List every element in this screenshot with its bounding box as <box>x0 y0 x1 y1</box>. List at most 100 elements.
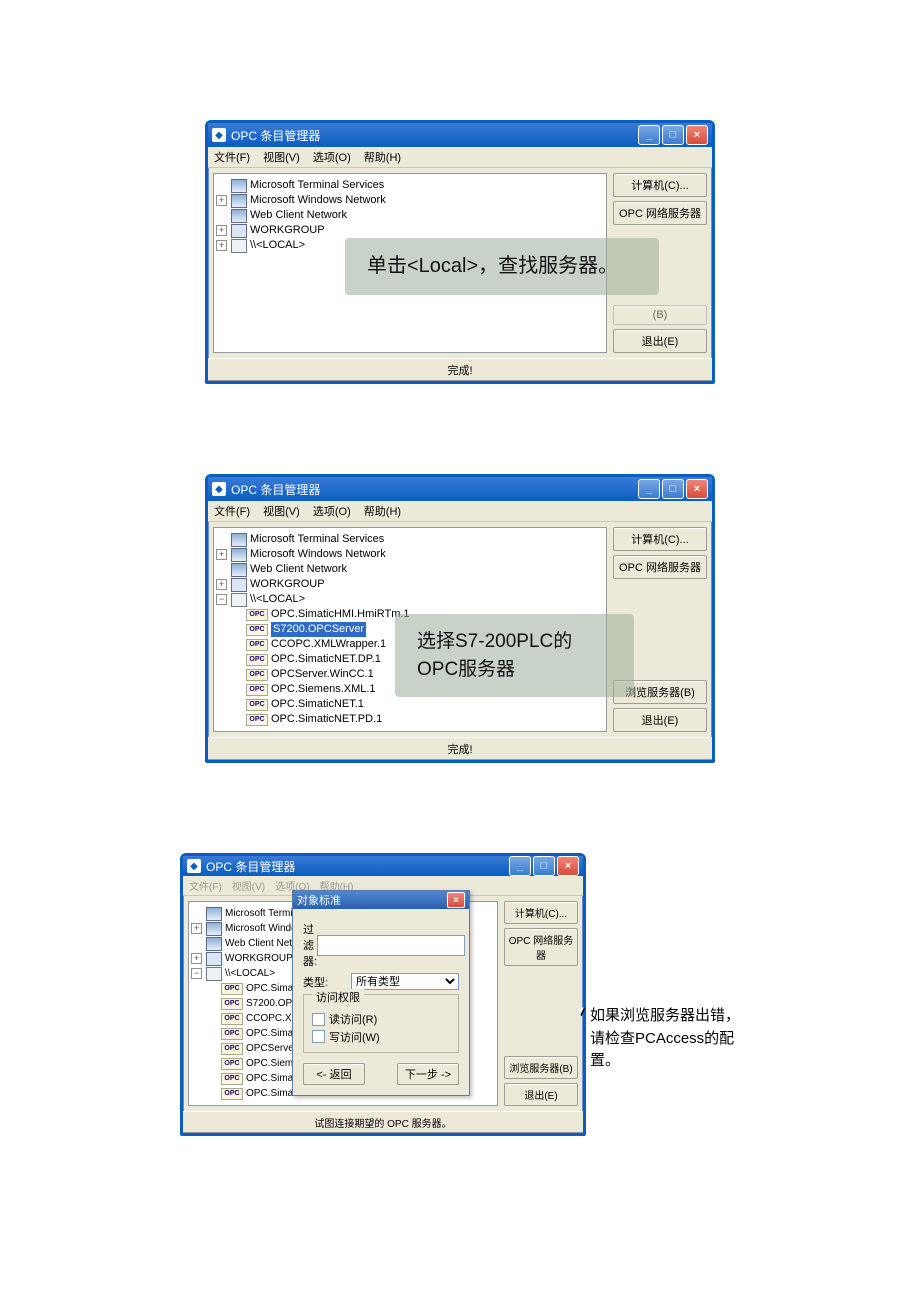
opc-item[interactable]: CCOPC.XMLWrapper.1 <box>271 637 386 652</box>
computer-button[interactable]: 计算机(C)... <box>504 901 578 924</box>
callout-1: 单击<Local>，查找服务器。 <box>345 238 659 295</box>
expand-icon[interactable]: + <box>216 549 227 560</box>
opc-item-selected[interactable]: S7200.OPCServer <box>271 622 366 637</box>
tree-item[interactable]: WORKGROUP <box>250 223 325 238</box>
tree-item[interactable]: Microsoft Terminal Services <box>250 532 384 547</box>
tree-item[interactable]: Web Client Network <box>250 562 347 577</box>
maximize-button[interactable]: □ <box>662 479 684 499</box>
menu-options[interactable]: 选项(O) <box>313 506 351 518</box>
status-bar: 试图连接期望的 OPC 服务器。 <box>183 1111 583 1133</box>
tree-item[interactable]: WORKGROUP <box>225 951 293 966</box>
status-bar: 完成! <box>208 737 712 760</box>
access-group: 访问权限 读访问(R) 写访问(W) <box>303 994 459 1053</box>
opc-icon: OPC <box>246 669 268 681</box>
expand-icon[interactable]: + <box>216 240 227 251</box>
titlebar[interactable]: ◆ OPC 条目管理器 _ □ × <box>183 856 583 876</box>
group-icon <box>231 224 247 238</box>
network-icon <box>231 548 247 562</box>
network-icon <box>231 194 247 208</box>
opc-icon: OPC <box>221 1088 243 1100</box>
menu-options[interactable]: 选项(O) <box>313 152 351 164</box>
dialog-close-button[interactable]: × <box>447 892 465 908</box>
menu-view[interactable]: 视图(V) <box>263 152 300 164</box>
close-button[interactable]: × <box>686 479 708 499</box>
tree-item-local[interactable]: \\<LOCAL> <box>250 238 305 253</box>
access-legend: 访问权限 <box>312 989 364 1005</box>
read-checkbox[interactable]: 读访问(R) <box>312 1011 377 1027</box>
minimize-button[interactable]: _ <box>509 856 531 876</box>
app-icon: ◆ <box>187 859 201 873</box>
minimize-button[interactable]: _ <box>638 125 660 145</box>
tree-item[interactable]: Microsoft Windows Network <box>250 547 386 562</box>
tree-item-local[interactable]: \\<LOCAL> <box>250 592 305 607</box>
filter-input[interactable] <box>317 935 465 956</box>
opc-item[interactable]: OPC.SimaticNET.1 <box>271 697 364 712</box>
computer-icon <box>231 239 247 253</box>
expand-icon[interactable]: + <box>191 953 202 964</box>
close-button[interactable]: × <box>557 856 579 876</box>
window-title: OPC 条目管理器 <box>231 127 320 144</box>
opc-icon: OPC <box>221 983 243 995</box>
opc-web-button[interactable]: OPC 网络服务器 <box>504 928 578 966</box>
menu-file[interactable]: 文件(F) <box>214 506 250 518</box>
write-checkbox[interactable]: 写访问(W) <box>312 1029 380 1045</box>
opc-item[interactable]: OPC.SimaticHMI.HmiRTm.1 <box>271 607 410 622</box>
type-select[interactable]: 所有类型 <box>351 973 459 990</box>
tree-item[interactable]: \\<LOCAL> <box>225 966 275 981</box>
annotation-3: 如果浏览服务器出错，请检查PCAccess的配置。 <box>590 1005 750 1073</box>
titlebar[interactable]: ◆ OPC 条目管理器 _ □ × <box>208 477 712 501</box>
menubar[interactable]: 文件(F) 视图(V) 选项(O) 帮助(H) <box>208 147 712 168</box>
menu-file[interactable]: 文件(F) <box>214 152 250 164</box>
exit-button[interactable]: 退出(E) <box>504 1083 578 1106</box>
maximize-button[interactable]: □ <box>533 856 555 876</box>
opc-web-button[interactable]: OPC 网络服务器 <box>613 555 707 579</box>
exit-button[interactable]: 退出(E) <box>613 329 707 353</box>
status-bar: 完成! <box>208 358 712 381</box>
dialog-titlebar[interactable]: 对象标准 × <box>293 891 469 909</box>
tree-item[interactable]: Microsoft Terminal Services <box>250 178 384 193</box>
tree-item[interactable]: WORKGROUP <box>250 577 325 592</box>
tree-item[interactable]: Microsoft Windows Network <box>250 193 386 208</box>
network-icon <box>231 533 247 547</box>
expand-icon[interactable]: + <box>216 195 227 206</box>
opc-icon: OPC <box>221 998 243 1010</box>
expand-icon[interactable]: + <box>191 923 202 934</box>
maximize-button[interactable]: □ <box>662 125 684 145</box>
computer-button[interactable]: 计算机(C)... <box>613 527 707 551</box>
collapse-icon[interactable]: − <box>191 968 202 979</box>
app-icon: ◆ <box>212 482 226 496</box>
browse-button[interactable]: 浏览服务器(B) <box>504 1056 578 1079</box>
group-icon <box>231 578 247 592</box>
back-button[interactable]: <- 返回 <box>303 1063 365 1085</box>
window-title: OPC 条目管理器 <box>231 481 320 498</box>
group-icon <box>206 952 222 966</box>
expand-icon[interactable]: + <box>216 225 227 236</box>
network-icon <box>206 937 222 951</box>
screenshot-1: ◆ OPC 条目管理器 _ □ × 文件(F) 视图(V) 选项(O) 帮助(H… <box>205 120 715 384</box>
exit-button[interactable]: 退出(E) <box>613 708 707 732</box>
opc-item[interactable]: OPC.Siemens.XML.1 <box>271 682 376 697</box>
titlebar[interactable]: ◆ OPC 条目管理器 _ □ × <box>208 123 712 147</box>
computer-icon <box>206 967 222 981</box>
opc-icon: OPC <box>246 714 268 726</box>
app-icon: ◆ <box>212 128 226 142</box>
next-button[interactable]: 下一步 -> <box>397 1063 459 1085</box>
close-button[interactable]: × <box>686 125 708 145</box>
opc-item[interactable]: OPC.SimaticNET.DP.1 <box>271 652 381 667</box>
minimize-button[interactable]: _ <box>638 479 660 499</box>
opc-icon: OPC <box>221 1013 243 1025</box>
menubar[interactable]: 文件(F) 视图(V) 选项(O) 帮助(H) <box>208 501 712 522</box>
type-label: 类型: <box>303 974 351 990</box>
opc-web-button[interactable]: OPC 网络服务器 <box>613 201 707 225</box>
menu-help[interactable]: 帮助(H) <box>364 152 401 164</box>
computer-button[interactable]: 计算机(C)... <box>613 173 707 197</box>
menu-view[interactable]: 视图(V) <box>263 506 300 518</box>
collapse-icon[interactable]: − <box>216 594 227 605</box>
expand-icon[interactable]: + <box>216 579 227 590</box>
menu-help[interactable]: 帮助(H) <box>364 506 401 518</box>
opc-item[interactable]: OPCServer.WinCC.1 <box>271 667 374 682</box>
tree-item[interactable]: Web Client Network <box>250 208 347 223</box>
filter-dialog[interactable]: 对象标准 × 过滤器: 类型: 所有类型 访问权限 读访问(R) 写访问(W) … <box>292 890 470 1096</box>
opc-item[interactable]: OPC.SimaticNET.PD.1 <box>271 712 382 727</box>
opc-icon: OPC <box>246 624 268 636</box>
